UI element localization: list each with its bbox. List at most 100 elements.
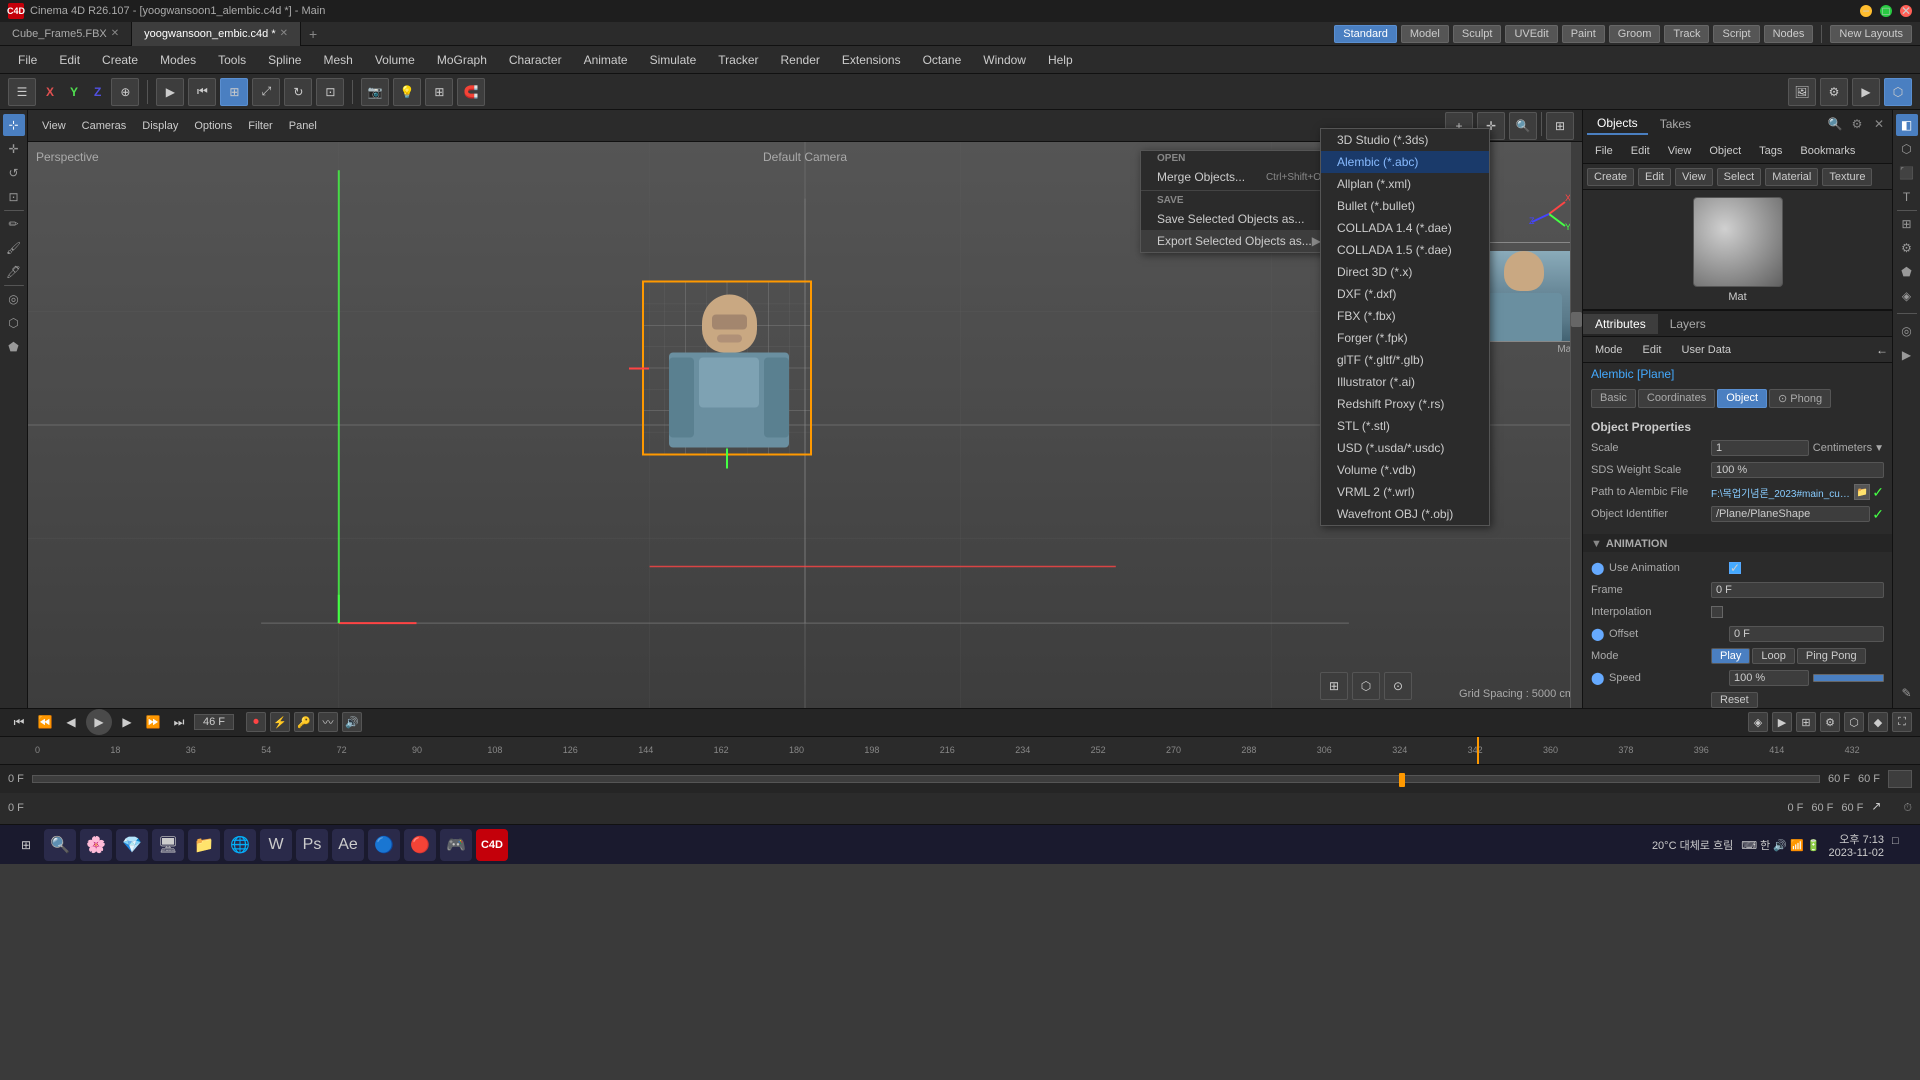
- toolbar-interactive-render[interactable]: ⬡: [1884, 78, 1912, 106]
- tl-expand[interactable]: ⊞: [1796, 712, 1816, 732]
- tl-settings[interactable]: ⚙: [1820, 712, 1840, 732]
- mode-btn-loop[interactable]: Loop: [1752, 648, 1794, 664]
- tl-sound[interactable]: 🔊: [342, 712, 362, 732]
- sidebar-pen[interactable]: ✏: [3, 213, 25, 235]
- toolbar-move[interactable]: ⤢: [252, 78, 280, 106]
- export-vrml[interactable]: VRML 2 (*.wrl): [1321, 481, 1489, 503]
- tl-motion-path[interactable]: 〰: [318, 712, 338, 732]
- ri-effector[interactable]: ⚙: [1896, 237, 1918, 259]
- taskbar-explorer[interactable]: 🖥: [152, 829, 184, 861]
- menu-window[interactable]: Window: [973, 50, 1036, 70]
- taskbar-word[interactable]: W: [260, 829, 292, 861]
- vp-icon3[interactable]: ⊙: [1384, 672, 1412, 700]
- y-axis-handle[interactable]: [726, 449, 728, 469]
- tl-first-frame[interactable]: ⏮: [8, 711, 30, 733]
- ri-tweak[interactable]: ✎: [1896, 682, 1918, 704]
- menu-mesh[interactable]: Mesh: [313, 50, 362, 70]
- sidebar-brush[interactable]: 🖌: [3, 237, 25, 259]
- menu-octane[interactable]: Octane: [913, 50, 972, 70]
- taskbar-photoshop[interactable]: Ps: [296, 829, 328, 861]
- taskbar-folder[interactable]: 📁: [188, 829, 220, 861]
- menu-edit[interactable]: Edit: [49, 50, 90, 70]
- viewport-zoom-btn[interactable]: 🔍: [1509, 112, 1537, 140]
- ctx-export-selected[interactable]: Export Selected Objects as... ▶: [1141, 230, 1337, 252]
- export-redshift[interactable]: Redshift Proxy (*.rs): [1321, 393, 1489, 415]
- toolbar-scale[interactable]: ⊡: [316, 78, 344, 106]
- attr-user-data[interactable]: User Data: [1674, 342, 1740, 358]
- layout-paint[interactable]: Paint: [1562, 25, 1605, 43]
- material-preview-sphere[interactable]: [1693, 197, 1783, 287]
- tl-key[interactable]: 🔑: [294, 712, 314, 732]
- sidebar-select[interactable]: ⊹: [3, 114, 25, 136]
- close-button[interactable]: ✕: [1900, 5, 1912, 17]
- main-scrubber[interactable]: [32, 775, 1820, 783]
- ctx-merge-objects[interactable]: Merge Objects... Ctrl+Shift+O: [1141, 166, 1337, 188]
- sidebar-paint[interactable]: 🖊: [3, 261, 25, 283]
- ri-material[interactable]: ◎: [1896, 320, 1918, 342]
- prop-tab-basic[interactable]: Basic: [1591, 389, 1636, 408]
- objects-create[interactable]: Create: [1587, 168, 1634, 186]
- menu-render[interactable]: Render: [771, 50, 830, 70]
- prop-sds-value[interactable]: 100 %: [1711, 462, 1884, 478]
- ri-text[interactable]: T: [1896, 186, 1918, 208]
- menu-modes[interactable]: Modes: [150, 50, 206, 70]
- export-abc[interactable]: Alembic (*.abc): [1321, 151, 1489, 173]
- menu-simulate[interactable]: Simulate: [640, 50, 707, 70]
- taskbar-search[interactable]: 🔍: [44, 829, 76, 861]
- ri-layers[interactable]: ◧: [1896, 114, 1918, 136]
- ftab-bookmarks[interactable]: Bookmarks: [1792, 143, 1863, 159]
- objects-material[interactable]: Material: [1765, 168, 1818, 186]
- export-collada15[interactable]: COLLADA 1.5 (*.dae): [1321, 239, 1489, 261]
- menu-tracker[interactable]: Tracker: [708, 50, 768, 70]
- tab-fbx[interactable]: Cube_Frame5.FBX ✕: [0, 22, 132, 46]
- toolbar-prev-frame[interactable]: ⏮: [188, 78, 216, 106]
- viewport-view-menu[interactable]: View: [36, 118, 72, 134]
- attr-back-btn[interactable]: ←: [1876, 343, 1888, 357]
- taskbar-app2[interactable]: 🔴: [404, 829, 436, 861]
- prop-interp-check[interactable]: [1711, 606, 1723, 618]
- tab-objects[interactable]: Objects: [1587, 113, 1648, 135]
- ctx-save-selected[interactable]: Save Selected Objects as...: [1141, 208, 1337, 230]
- viewport-scrollbar[interactable]: [1570, 142, 1582, 708]
- ftab-edit[interactable]: Edit: [1623, 143, 1658, 159]
- sidebar-move[interactable]: ✛: [3, 138, 25, 160]
- export-collada14[interactable]: COLLADA 1.4 (*.dae): [1321, 217, 1489, 239]
- taskbar-widget1[interactable]: 🌸: [80, 829, 112, 861]
- prop-speed-value[interactable]: 100 %: [1729, 670, 1809, 686]
- prop-use-anim-check[interactable]: ✓: [1729, 562, 1741, 574]
- layout-uvedit[interactable]: UVEdit: [1505, 25, 1557, 43]
- prop-scale-dropdown[interactable]: ▼: [1874, 443, 1884, 454]
- taskbar-c4d[interactable]: C4D: [476, 829, 508, 861]
- sidebar-scale[interactable]: ⊡: [3, 186, 25, 208]
- sidebar-magnet[interactable]: ⬟: [3, 336, 25, 358]
- attr-tab-layers[interactable]: Layers: [1658, 314, 1718, 334]
- export-stl[interactable]: STL (*.stl): [1321, 415, 1489, 437]
- attr-edit[interactable]: Edit: [1635, 342, 1670, 358]
- scrollbar-handle[interactable]: [1571, 312, 1582, 327]
- tl-auto-key[interactable]: ⚡: [270, 712, 290, 732]
- tl-record[interactable]: ⏺: [246, 712, 266, 732]
- attr-tab-attributes[interactable]: Attributes: [1583, 314, 1658, 334]
- ri-deformer[interactable]: ⬟: [1896, 261, 1918, 283]
- mode-btn-play[interactable]: Play: [1711, 648, 1750, 664]
- viewport-expand-btn[interactable]: ⊞: [1546, 112, 1574, 140]
- toolbar-play-btn[interactable]: ▶: [156, 78, 184, 106]
- export-allplan[interactable]: Allplan (*.xml): [1321, 173, 1489, 195]
- tl-prev-key[interactable]: ◀: [60, 711, 82, 733]
- vp-icon1[interactable]: ⊞: [1320, 672, 1348, 700]
- export-forger[interactable]: Forger (*.fpk): [1321, 327, 1489, 349]
- export-gltf[interactable]: glTF (*.gltf/*.glb): [1321, 349, 1489, 371]
- ri-cloner[interactable]: ⊞: [1896, 213, 1918, 235]
- layout-sculpt[interactable]: Sculpt: [1453, 25, 1502, 43]
- start-button[interactable]: ⊞: [8, 827, 44, 863]
- toolbar-grid[interactable]: ⊞: [425, 78, 453, 106]
- tab-c4d[interactable]: yoogwansoon_embic.c4d * ✕: [132, 22, 301, 46]
- ri-field[interactable]: ◈: [1896, 285, 1918, 307]
- layout-script[interactable]: Script: [1713, 25, 1759, 43]
- tl-next-key[interactable]: ▶: [116, 711, 138, 733]
- x-axis-handle[interactable]: [629, 367, 649, 369]
- viewport-options-menu[interactable]: Options: [188, 118, 238, 134]
- menu-character[interactable]: Character: [499, 50, 572, 70]
- export-bullet[interactable]: Bullet (*.bullet): [1321, 195, 1489, 217]
- maximize-button[interactable]: □: [1880, 5, 1892, 17]
